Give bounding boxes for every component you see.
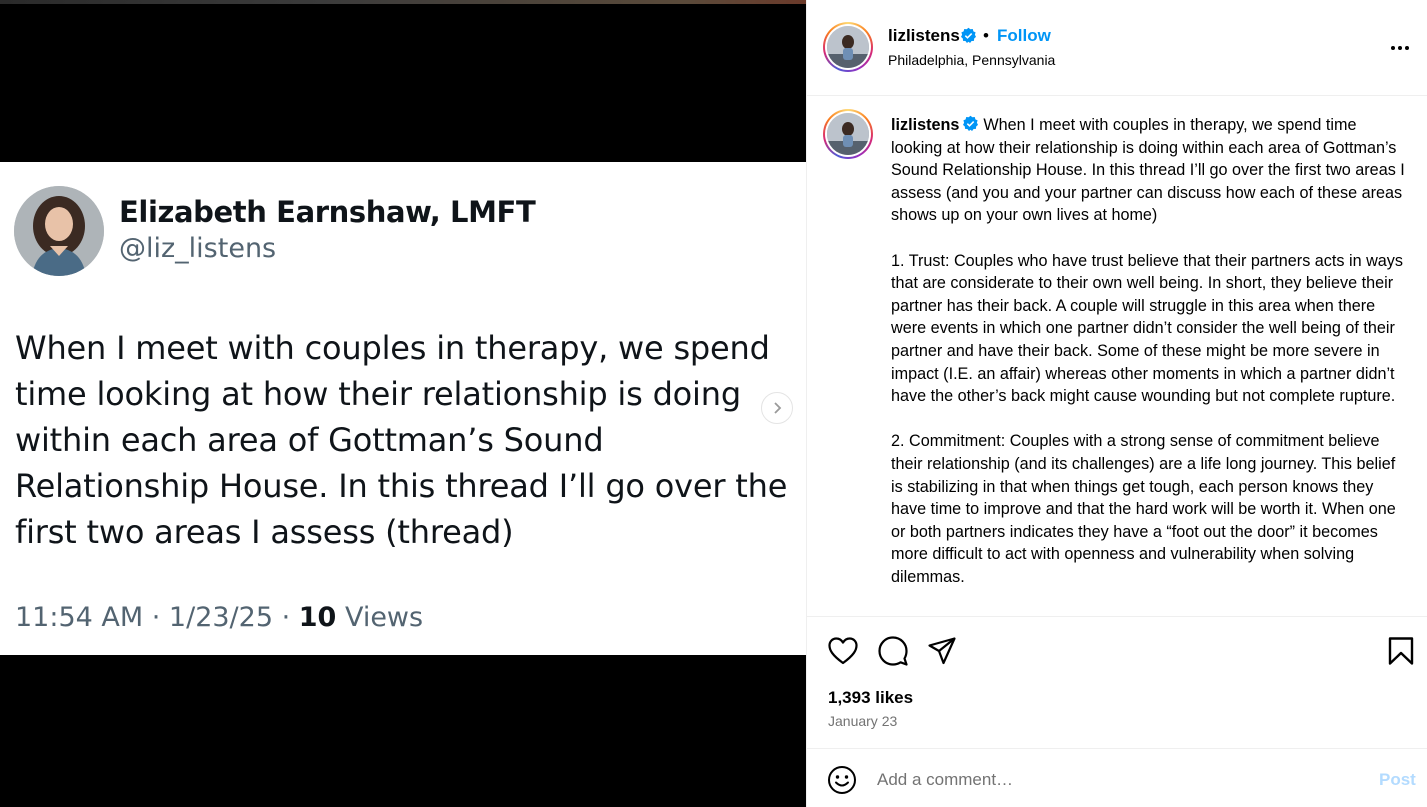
caption-avatar[interactable] <box>823 109 873 159</box>
chevron-right-icon <box>774 402 782 414</box>
tweet-date: 1/23/25 <box>168 602 274 633</box>
comment-icon[interactable] <box>877 635 909 667</box>
follow-button[interactable]: Follow <box>997 26 1051 46</box>
emoji-icon[interactable] <box>827 765 857 795</box>
tweet-views-label: Views <box>344 602 424 633</box>
caption-area: lizlistens When I meet with couples in th… <box>807 97 1427 617</box>
post-location[interactable]: Philadelphia, Pennsylvania <box>888 52 1055 68</box>
share-icon[interactable] <box>926 635 958 667</box>
post-sidebar: lizlistens • Follow Philadelphia, Pennsy… <box>806 0 1427 807</box>
likes-count[interactable]: 1,393 likes <box>828 688 913 708</box>
comment-input[interactable] <box>877 767 1357 793</box>
post-header: lizlistens • Follow Philadelphia, Pennsy… <box>807 0 1427 96</box>
verified-icon <box>960 27 977 43</box>
more-options-icon[interactable] <box>1385 36 1415 60</box>
post-date[interactable]: January 23 <box>828 713 897 729</box>
bookmark-icon[interactable] <box>1385 635 1417 667</box>
post-media: Elizabeth Earnshaw, LMFT @liz_listens Wh… <box>0 0 806 807</box>
verified-icon <box>963 115 979 131</box>
comment-bar: Post <box>807 748 1427 807</box>
tweet-views-count: 10 <box>298 602 337 633</box>
background-strip <box>0 0 806 4</box>
separator-dot: • <box>983 26 989 45</box>
tweet-meta: 11:54 AM · 1/23/25 · 10 Views <box>15 602 424 633</box>
tweet-time: 11:54 AM <box>15 602 144 633</box>
heart-icon[interactable] <box>827 635 859 667</box>
tweet-screenshot: Elizabeth Earnshaw, LMFT @liz_listens Wh… <box>0 162 806 655</box>
tweet-avatar <box>14 186 104 276</box>
tweet-author-name: Elizabeth Earnshaw, LMFT <box>119 195 536 229</box>
caption-username[interactable]: lizlistens <box>891 116 959 134</box>
post-caption: lizlistens When I meet with couples in th… <box>891 114 1406 588</box>
tweet-author-handle: @liz_listens <box>119 233 277 264</box>
action-bar <box>807 630 1427 672</box>
carousel-next-button[interactable] <box>761 392 793 424</box>
tweet-text: When I meet with couples in therapy, we … <box>15 329 788 551</box>
author-avatar[interactable] <box>823 22 873 72</box>
post-comment-button[interactable]: Post <box>1379 770 1416 790</box>
caption-text: When I meet with couples in therapy, we … <box>891 116 1405 586</box>
author-username[interactable]: lizlistens <box>888 26 960 46</box>
